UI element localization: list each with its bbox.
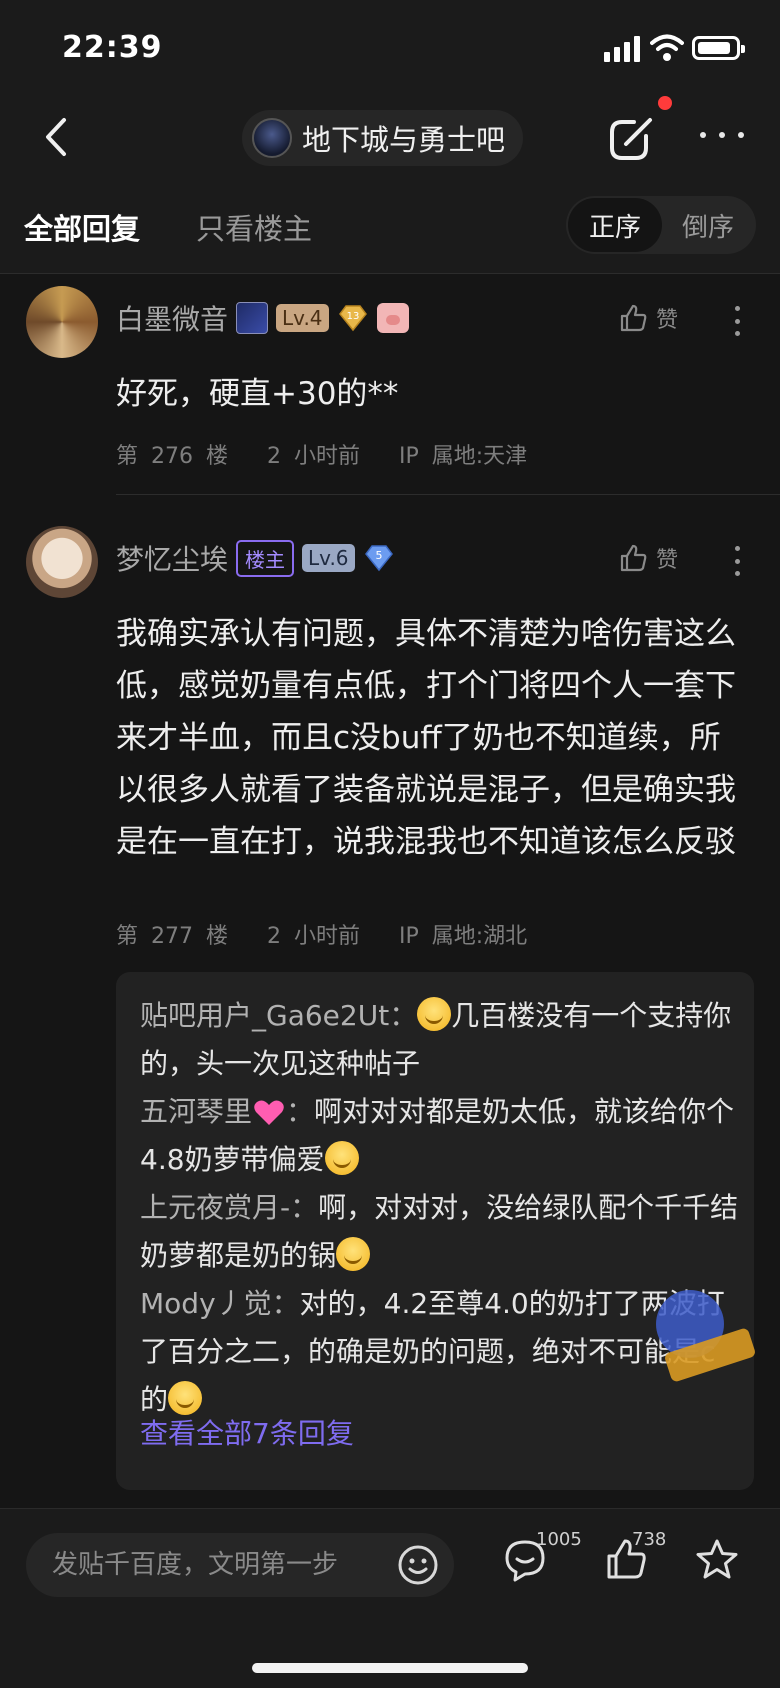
ip-location: IP 属地:湖北	[398, 924, 528, 949]
like-button[interactable]: 赞	[618, 302, 678, 334]
kebab-icon[interactable]	[722, 544, 752, 578]
gem-icon: 13	[338, 305, 367, 332]
forum-name: 地下城与勇士吧	[302, 123, 506, 157]
username[interactable]: 梦忆尘埃	[116, 538, 228, 578]
avatar[interactable]	[26, 526, 98, 598]
nav-bar: 地下城与勇士吧	[0, 96, 780, 182]
notification-dot	[658, 96, 672, 110]
kebab-icon[interactable]	[722, 304, 752, 338]
tab-all-replies[interactable]: 全部回复	[24, 206, 140, 248]
signal-icon	[604, 36, 644, 62]
smile-icon[interactable]	[396, 1543, 440, 1587]
smile-emoji-icon	[168, 1381, 203, 1415]
forum-title-pill[interactable]: 地下城与勇士吧	[242, 110, 524, 166]
smile-emoji-icon	[417, 997, 452, 1031]
home-indicator	[252, 1663, 528, 1673]
forum-avatar	[252, 118, 292, 158]
op-badge: 楼主	[236, 539, 295, 577]
watermark-logo-icon	[656, 1290, 755, 1382]
sub-reply[interactable]: 贴吧用户_Ga6e2Ut： 几百楼没有一个支持你的，头一次见这种帖子	[140, 992, 740, 1088]
sub-reply[interactable]: 上元夜赏月-：啊，对对对，没给绿队配个千千结奶萝都是奶的锅	[140, 1184, 740, 1280]
thumbs-up-icon	[620, 304, 647, 332]
order-toggle: 正序 倒序	[566, 196, 756, 254]
share-icon[interactable]	[606, 112, 658, 164]
post-author: 白墨微音 Lv.4 13	[116, 298, 409, 338]
post-time: 2 小时前	[266, 444, 360, 469]
floor-number: 第 277 楼	[116, 924, 228, 949]
gem-level: 5	[375, 549, 382, 562]
like-count: 738	[632, 1529, 667, 1550]
ip-location: IP 属地:天津	[398, 444, 528, 469]
heart-emoji-icon	[254, 1100, 284, 1125]
battery-icon	[692, 36, 745, 60]
order-asc-button[interactable]: 正序	[568, 198, 662, 252]
order-desc-button[interactable]: 倒序	[662, 198, 754, 252]
bottom-bar: 1005 738	[0, 1508, 780, 1688]
reply-filter-bar: 全部回复 只看楼主 正序 倒序	[0, 182, 780, 274]
back-icon[interactable]	[34, 112, 84, 162]
reply-author[interactable]: 五河琴里	[140, 1095, 252, 1128]
post-content: 好死，硬直+30的**	[116, 376, 399, 412]
floor-number: 第 276 楼	[116, 444, 228, 469]
reply-input[interactable]	[52, 1533, 392, 1597]
like-label: 赞	[656, 548, 679, 573]
like-label: 赞	[656, 308, 679, 333]
status-time: 22:39	[62, 30, 163, 65]
level-badge: Lv.4	[276, 304, 329, 332]
post-time: 2 小时前	[266, 924, 360, 949]
post-author: 梦忆尘埃 楼主 Lv.6 5	[116, 538, 395, 578]
thumbs-up-icon	[620, 544, 647, 572]
reply-author[interactable]: Mody丿觉	[140, 1287, 272, 1320]
view-all-replies-link[interactable]: 查看全部7条回复	[140, 1412, 354, 1452]
reply-input-pill[interactable]	[26, 1533, 454, 1597]
badge-icon	[236, 302, 269, 334]
post-meta: 第 276 楼 2 小时前 IP 属地:天津	[116, 438, 527, 470]
sub-reply[interactable]: 五河琴里 ：啊对对对都是奶太低，就该给你个4.8奶萝带偏爱	[140, 1088, 740, 1184]
grin-emoji-icon	[324, 1141, 359, 1175]
smile-emoji-icon	[336, 1237, 371, 1271]
sub-replies-box: 贴吧用户_Ga6e2Ut： 几百楼没有一个支持你的，头一次见这种帖子 五河琴里 ：啊…	[116, 972, 754, 1490]
reply-author[interactable]: 上元夜赏月-	[140, 1191, 290, 1224]
gem-icon: 5	[364, 545, 393, 572]
like-button[interactable]: 赞	[618, 542, 678, 574]
pig-icon	[376, 303, 409, 333]
star-icon[interactable]	[694, 1537, 740, 1583]
level-badge: Lv.6	[302, 544, 355, 572]
reply-author[interactable]: 贴吧用户_Ga6e2Ut	[140, 999, 389, 1032]
post-meta: 第 277 楼 2 小时前 IP 属地:湖北	[116, 918, 527, 950]
more-icon[interactable]	[696, 120, 748, 150]
username[interactable]: 白墨微音	[116, 298, 228, 338]
status-bar: 22:39	[0, 0, 780, 96]
post-content: 我确实承认有问题，具体不清楚为啥伤害这么低，感觉奶量有点低，打个门将四个人一套下…	[116, 616, 736, 860]
avatar[interactable]	[26, 286, 98, 358]
gem-level: 13	[346, 311, 359, 322]
wifi-icon	[650, 34, 684, 61]
divider	[116, 494, 780, 495]
comment-count: 1005	[536, 1529, 582, 1550]
tab-op-only[interactable]: 只看楼主	[196, 206, 312, 248]
